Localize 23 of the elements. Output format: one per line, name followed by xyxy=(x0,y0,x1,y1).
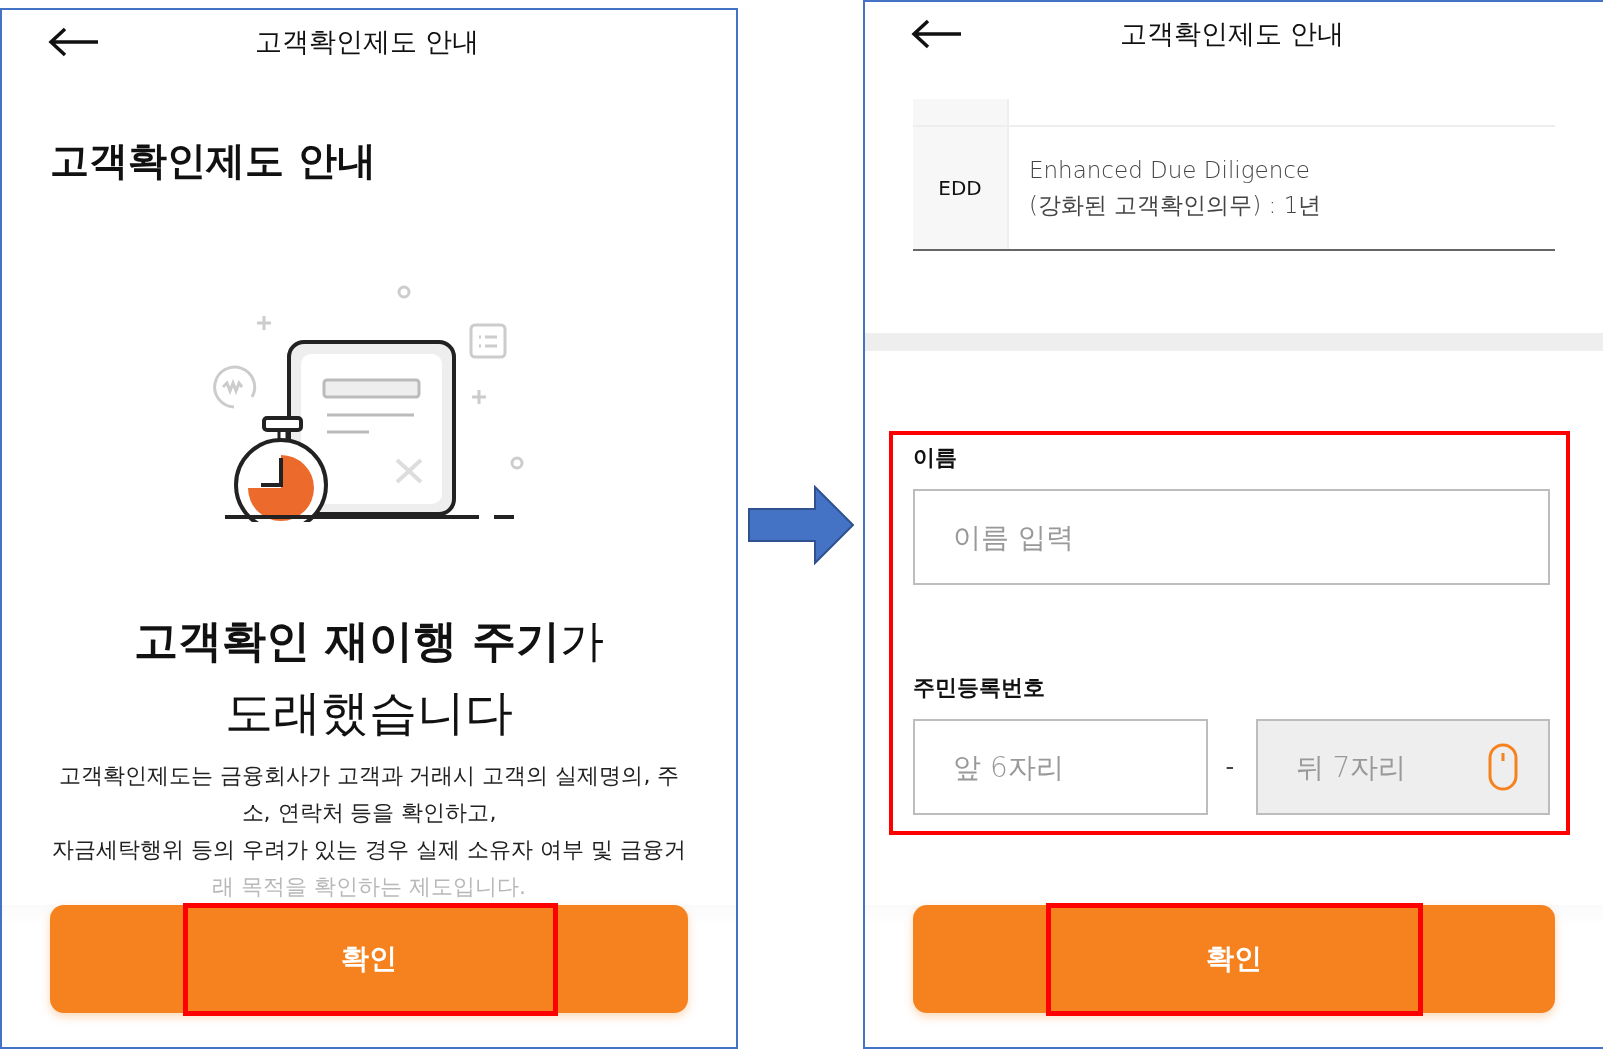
field-label: 이름 xyxy=(913,444,958,472)
separator: - xyxy=(1225,753,1236,781)
table-cell-text: (강화된 고객확인의무) : 1년 xyxy=(1029,191,1323,220)
description-text: 소, 연락처 등을 확인하고, xyxy=(240,799,498,827)
headline: 고객확인 재이행 주기가 xyxy=(132,614,606,668)
confirm-button[interactable]: 확인 xyxy=(913,905,1555,1013)
description-text: 래 목적을 확인하는 제도입니다. xyxy=(211,873,527,901)
back-arrow-icon[interactable] xyxy=(911,19,963,49)
headline: 도래했습니다 xyxy=(224,683,514,742)
field-label: 주민등록번호 xyxy=(913,674,1046,702)
page-title: 고객확인제도 안내 xyxy=(50,137,377,185)
table-cell: EDD xyxy=(913,127,1009,249)
description-text: 자금세탁행위 등의 우려가 있는 경우 실제 소유자 여부 및 금융거 xyxy=(50,836,688,864)
right-arrow-icon xyxy=(746,484,855,565)
name-input[interactable]: 이름 입력 xyxy=(913,489,1550,585)
confirm-button[interactable]: 확인 xyxy=(50,905,688,1013)
header-title: 고객확인제도 안내 xyxy=(253,25,481,59)
id-number-input[interactable]: 뒤 7자리 xyxy=(1255,719,1550,815)
back-arrow-icon[interactable] xyxy=(48,27,100,57)
table-cell-text: Enhanced Due Diligence xyxy=(1029,156,1312,185)
header-title: 고객확인제도 안내 xyxy=(1118,17,1346,51)
id-number-input[interactable]: 앞 6자리 xyxy=(913,719,1208,815)
description-text: 고객확인제도는 금융회사가 고객과 거래시 고객의 실제명의, 주 xyxy=(57,762,681,790)
